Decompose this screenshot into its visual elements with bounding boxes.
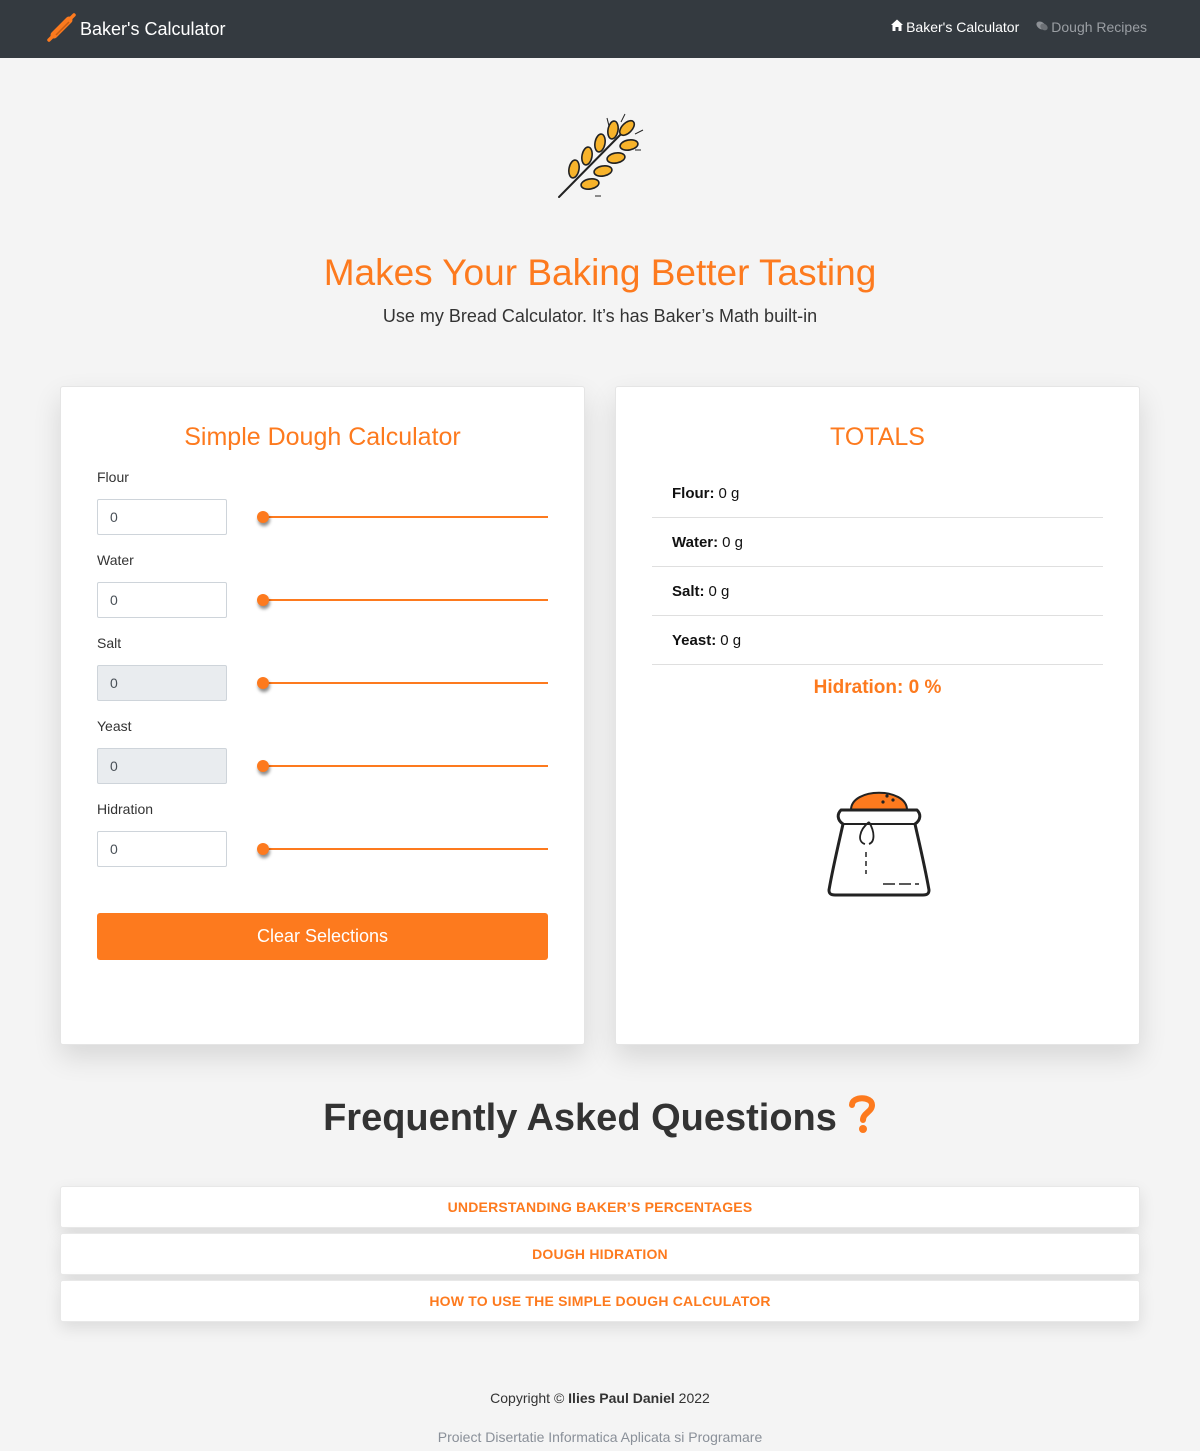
copyright-year: 2022 [678,1390,710,1406]
nav-links: Baker's Calculator Dough Recipes [890,18,1147,35]
nav-link-recipes[interactable]: Dough Recipes [1035,18,1147,35]
yeast-field: Yeast [97,718,548,784]
flour-label: Flour [97,469,129,485]
clear-selections-button[interactable]: Clear Selections [97,913,548,960]
nav-link-label: Dough Recipes [1051,18,1147,35]
calculator-card: Simple Dough Calculator Flour Water Salt… [60,386,585,1045]
bread-icon [1035,18,1049,35]
totals-item-salt: Salt: 0 g [652,567,1103,616]
totals-item-value: 0 g [718,484,740,502]
nav-link-calculator[interactable]: Baker's Calculator [890,18,1019,35]
totals-title: TOTALS [830,423,925,451]
hydration-input[interactable] [97,831,227,867]
faq-item-how-to-use[interactable]: HOW TO USE THE SIMPLE DOUGH CALCULATOR [60,1280,1140,1322]
totals-list: Flour: 0 g Water: 0 g Salt: 0 g Yeast: 0… [652,469,1103,665]
water-label: Water [97,552,134,568]
hydration-slider-thumb[interactable] [257,843,269,855]
faq-item-dough-hydration[interactable]: DOUGH HIDRATION [60,1233,1140,1275]
totals-item-label: Flour: [672,484,715,502]
totals-item-value: 0 g [708,582,730,600]
totals-item-label: Salt: [672,582,705,600]
flour-input[interactable] [97,499,227,535]
yeast-input [97,748,227,784]
flour-slider-track[interactable] [262,516,548,518]
faq-title: Frequently Asked Questions [0,1093,1200,1143]
footer-subtitle: Proiect Disertatie Informatica Aplicata … [437,1429,763,1445]
totals-item-water: Water: 0 g [652,518,1103,567]
water-input[interactable] [97,582,227,618]
hero-title: Makes Your Baking Better Tasting [323,252,877,293]
salt-slider-track[interactable] [262,682,548,684]
hero-subtitle: Use my Bread Calculator. It’s has Baker’… [382,306,818,326]
salt-slider-thumb[interactable] [257,677,269,689]
hydration-label: Hidration [97,801,154,817]
flour-bag-icon [821,782,937,897]
yeast-slider-track[interactable] [262,765,548,767]
brand-text: Baker's Calculator [80,18,226,39]
faq-title-text: Frequently Asked Questions [323,1096,837,1139]
totals-item-value: 0 g [720,631,742,649]
salt-field: Salt [97,635,548,701]
hydration-slider-track[interactable] [262,848,548,850]
brand-link[interactable]: Baker's Calculator [45,12,226,46]
hydration-total: Hidration: 0 % [813,677,942,698]
salt-label: Salt [97,635,122,651]
faq-item-bakers-percentages[interactable]: UNDERSTANDING BAKER’S PERCENTAGES [60,1186,1140,1228]
totals-item-label: Water: [672,533,719,551]
totals-item-flour: Flour: 0 g [652,469,1103,518]
copyright-prefix: Copyright © [490,1390,565,1406]
copyright: Copyright © Ilies Paul Daniel 2022 [0,1390,1200,1406]
totals-card: TOTALS Flour: 0 g Water: 0 g Salt: 0 g Y… [615,386,1140,1045]
home-icon [890,18,904,35]
totals-item-value: 0 g [722,533,743,551]
flour-field: Flour [97,469,548,535]
water-field: Water [97,552,548,618]
rolling-pin-icon [45,11,77,48]
water-slider-track[interactable] [262,599,548,601]
copyright-author: Ilies Paul Daniel [568,1390,675,1406]
totals-item-label: Yeast: [672,631,717,649]
nav-link-label: Baker's Calculator [906,18,1020,35]
totals-item-yeast: Yeast: 0 g [652,616,1103,665]
yeast-slider-thumb[interactable] [257,760,269,772]
wheat-icon [555,112,647,200]
salt-input [97,665,227,701]
hydration-field: Hidration [97,801,548,867]
yeast-label: Yeast [97,718,132,734]
flour-slider-thumb[interactable] [257,511,269,523]
water-slider-thumb[interactable] [257,594,269,606]
calculator-title: Simple Dough Calculator [184,423,461,451]
navbar: Baker's Calculator Baker's Calculator Do… [0,0,1200,58]
question-icon [847,1093,877,1143]
